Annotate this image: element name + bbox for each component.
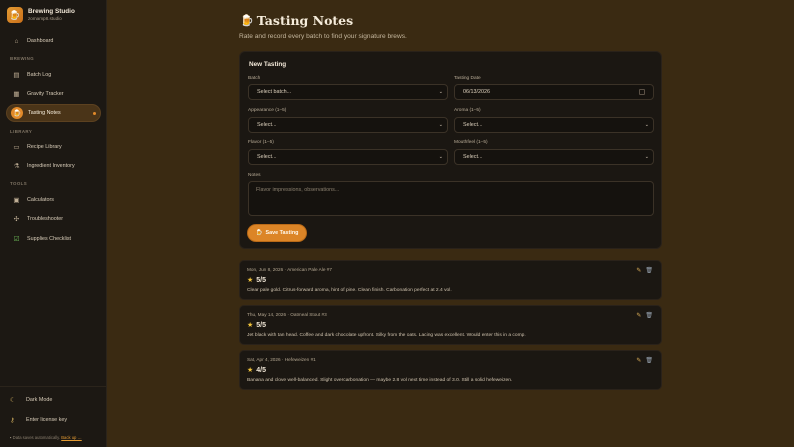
section-label-tools: TOOLS	[10, 181, 28, 186]
sidebar-item-batch-log[interactable]: ▤ Batch Log	[6, 66, 101, 84]
home-icon: ⌂	[14, 37, 19, 45]
entry-meta: Mon, Jun 8, 2026 · American Pale Ale #7	[247, 267, 332, 272]
notes-label: Notes	[248, 173, 261, 178]
entry-rating: ★ 4/5	[247, 366, 267, 375]
aroma-select[interactable]: Select... ⌄	[454, 117, 654, 133]
sidebar-item-gravity-tracker[interactable]: ▦ Gravity Tracker	[6, 85, 101, 103]
sidebar-item-tasting-notes[interactable]: 🍺 Tasting Notes	[6, 104, 101, 122]
trash-icon[interactable]: 🗑	[645, 312, 653, 319]
brand-subtitle: zomamp8.studio	[28, 16, 62, 21]
pencil-icon[interactable]: ✎	[636, 312, 641, 319]
entry-rating: ★ 5/5	[247, 321, 267, 330]
tasting-entry: Mon, Jun 8, 2026 · American Pale Ale #7 …	[239, 260, 662, 300]
chevron-down-icon: ⌄	[438, 122, 443, 128]
mouthfeel-select[interactable]: Select... ⌄	[454, 149, 654, 165]
trash-icon[interactable]: 🗑	[645, 267, 653, 274]
appearance-label: Appearance (1–5)	[248, 108, 287, 113]
chart-icon: ▦	[13, 91, 20, 98]
brand-name: Brewing Studio	[28, 8, 75, 15]
entry-note: Clear pale gold. Citrus-forward aroma, h…	[247, 288, 452, 293]
backup-link[interactable]: Back up …	[61, 435, 81, 440]
sidebar-item-dashboard[interactable]: ⌂ Dashboard	[6, 32, 101, 50]
beer-icon: 🍺	[255, 230, 263, 236]
sidebar: 🍺 Brewing Studio zomamp8.studio ⌂ Dashbo…	[0, 0, 107, 447]
dark-mode-toggle[interactable]: ☾ Dark Mode	[10, 396, 52, 404]
entry-meta: Sat, Apr 4, 2026 · Hefeweizen #1	[247, 357, 316, 362]
batch-label: Batch	[248, 76, 261, 81]
notes-textarea[interactable]: Flavor impressions, observations...	[248, 181, 654, 216]
flavor-label: Flavor (1–5)	[248, 140, 274, 145]
key-icon: ⚷	[10, 417, 15, 424]
license-key-button[interactable]: ⚷ Enter license key	[10, 416, 67, 424]
entry-meta: Thu, May 14, 2026 · Oatmeal Stout #3	[247, 312, 327, 317]
tasting-date-input[interactable]: 06/13/2026	[454, 84, 654, 100]
checkbox-icon: ☑	[13, 236, 20, 243]
active-dot	[93, 111, 96, 115]
calendar-icon[interactable]	[639, 89, 645, 95]
star-icon: ★	[247, 322, 254, 329]
lock-icon: ▪	[10, 435, 12, 440]
flavor-select[interactable]: Select... ⌄	[248, 149, 448, 165]
panel-title: New Tasting	[249, 61, 287, 68]
entry-note: Jet black with tan head. Coffee and dark…	[247, 333, 526, 338]
pencil-icon[interactable]: ✎	[636, 357, 641, 364]
tasting-entry: Thu, May 14, 2026 · Oatmeal Stout #3 ★ 5…	[239, 305, 662, 345]
wrench-icon: ✣	[13, 216, 20, 223]
entry-actions: ✎ 🗑	[636, 357, 653, 364]
book-icon: ▭	[13, 144, 20, 151]
tasting-entry: Sat, Apr 4, 2026 · Hefeweizen #1 ★ 4/5 B…	[239, 350, 662, 390]
section-label-library: LIBRARY	[10, 129, 33, 134]
beer-mug-icon: 🍺	[240, 14, 254, 27]
brand: 🍺 Brewing Studio zomamp8.studio	[7, 7, 75, 23]
batch-select[interactable]: Select batch... ⌄	[248, 84, 448, 100]
sidebar-item-supplies-checklist[interactable]: ☑ Supplies Checklist	[6, 230, 101, 248]
chevron-down-icon: ⌄	[438, 89, 443, 95]
star-icon: ★	[247, 367, 254, 374]
entry-note: Banana and clove well-balanced. Slight o…	[247, 378, 513, 383]
entry-actions: ✎ 🗑	[636, 267, 653, 274]
section-label-brewing: BREWING	[10, 56, 35, 61]
pencil-icon[interactable]: ✎	[636, 267, 641, 274]
chevron-down-icon: ⌄	[644, 122, 649, 128]
flask-icon: ⚗	[13, 163, 20, 170]
chevron-down-icon: ⌄	[438, 154, 443, 160]
star-icon: ★	[247, 277, 254, 284]
sidebar-item-recipe-library[interactable]: ▭ Recipe Library	[6, 138, 101, 156]
calculator-icon: ▣	[13, 197, 20, 204]
page-title: 🍺 Tasting Notes	[240, 13, 354, 28]
beer-icon: 🍺	[11, 107, 23, 119]
autosave-note: ▪ Data saves automatically. Back up …	[10, 435, 82, 440]
appearance-select[interactable]: Select... ⌄	[248, 117, 448, 133]
chevron-down-icon: ⌄	[644, 154, 649, 160]
mouthfeel-label: Mouthfeel (1–5)	[454, 140, 488, 145]
trash-icon[interactable]: 🗑	[645, 357, 653, 364]
entry-actions: ✎ 🗑	[636, 312, 653, 319]
sidebar-item-troubleshooter[interactable]: ✣ Troubleshooter	[6, 210, 101, 228]
moon-icon: ☾	[10, 397, 16, 404]
save-tasting-button[interactable]: 🍺 Save Tasting	[248, 225, 306, 241]
sidebar-item-ingredient-inventory[interactable]: ⚗ Ingredient Inventory	[6, 157, 101, 175]
aroma-label: Aroma (1–5)	[454, 108, 481, 113]
clipboard-icon: ▤	[13, 72, 20, 79]
sidebar-item-calculators[interactable]: ▣ Calculators	[6, 191, 101, 209]
new-tasting-panel: New Tasting Batch Select batch... ⌄ Tast…	[239, 51, 662, 249]
entry-rating: ★ 5/5	[247, 276, 267, 285]
beer-logo-icon: 🍺	[7, 7, 23, 23]
page-subtitle: Rate and record every batch to find your…	[239, 33, 407, 40]
tasting-date-label: Tasting Date	[454, 76, 481, 81]
sidebar-footer: ☾ Dark Mode ⚷ Enter license key ▪ Data s…	[0, 386, 107, 447]
